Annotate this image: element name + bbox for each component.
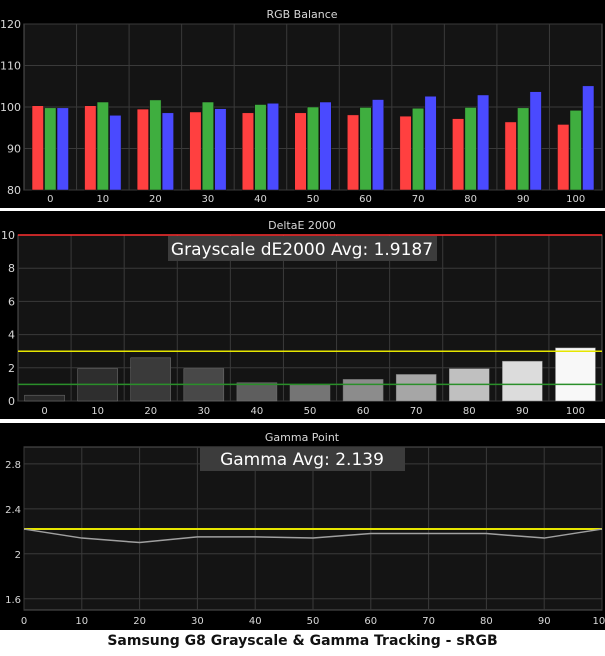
rgb-bar-blue (109, 115, 122, 191)
de-x-tick-label: 70 (410, 406, 423, 417)
rgb-x-tick-label: 70 (412, 194, 425, 205)
gamma-y-tick-label: 2.4 (5, 505, 21, 516)
rgb-bar-red (136, 108, 149, 191)
rgb-bar-red (241, 112, 254, 191)
rgb-bar-green (307, 106, 319, 191)
rgb-bar-green (464, 107, 477, 191)
rgb-y-tick-label: 100 (0, 101, 21, 114)
rgb-bar-green (96, 101, 109, 191)
rgb-bar-green (201, 101, 214, 191)
rgb-y-tick-label: 90 (7, 143, 21, 156)
rgb-bar-green (44, 107, 57, 191)
rgb-bar-green (149, 99, 162, 191)
gamma-x-tick-label: 10 (75, 616, 88, 627)
de-bar (236, 382, 278, 402)
rgb-bar-blue (477, 94, 490, 191)
gamma-x-tick-label: 30 (191, 616, 204, 627)
gamma-x-tick-label: 40 (249, 616, 262, 627)
rgb-y-tick-label: 80 (7, 184, 21, 197)
de-x-tick-label: 30 (197, 406, 210, 417)
rgb-x-tick-label: 10 (96, 194, 109, 205)
rgb-bar-blue (582, 85, 595, 191)
rgb-bar-blue (529, 91, 542, 191)
de-x-tick-label: 20 (144, 406, 157, 417)
de-bar (130, 357, 171, 402)
rgb-bar-blue (214, 108, 227, 191)
rgb-x-tick-label: 50 (307, 194, 320, 205)
rgb-bar-red (504, 121, 517, 191)
gamma-x-tick-label: 100 (592, 616, 605, 627)
rgb-bar-red (84, 105, 97, 191)
gamma-x-tick-label: 70 (422, 616, 435, 627)
de-bar (502, 360, 543, 402)
de-bar (342, 379, 384, 402)
rgb-x-tick-label: 0 (47, 194, 53, 205)
rgb-bar-red (31, 105, 44, 191)
grayscale-report: RGB Balance DeltaE 2000 Gamma Point 80 90 100… (0, 0, 605, 652)
de-bar (555, 347, 596, 402)
de-banner-text: Grayscale dE2000 Avg: 1.9187 (171, 240, 433, 260)
rgb-y-tick-label: 110 (0, 60, 21, 73)
chart-title-3: Gamma Point (265, 431, 340, 444)
rgb-bar-red (189, 111, 202, 191)
de-y-tick-label: 8 (8, 262, 15, 275)
report-caption: Samsung G8 Grayscale & Gamma Tracking - … (107, 633, 498, 649)
gamma-x-tick-label: 0 (21, 616, 27, 627)
de-x-tick-label: 0 (41, 406, 47, 417)
de-x-tick-label: 10 (91, 406, 104, 417)
de-y-tick-label: 6 (8, 295, 15, 308)
rgb-x-tick-label: 80 (464, 194, 477, 205)
gamma-x-tick-label: 60 (364, 616, 377, 627)
rgb-bar-blue (424, 95, 437, 191)
de-bar (24, 394, 65, 402)
rgb-bar-green (254, 104, 267, 191)
chart-title-2: DeltaE 2000 (268, 219, 336, 232)
rgb-bar-red (452, 118, 465, 191)
charts-canvas: RGB BalanceDeltaE 2000Gamma Point8090100… (0, 0, 605, 630)
rgb-x-tick-label: 90 (517, 194, 530, 205)
gamma-y-tick-label: 2.8 (5, 460, 21, 471)
rgb-bar-blue (319, 101, 332, 191)
de-bar (395, 374, 437, 402)
rgb-bar-red (399, 115, 412, 191)
gamma-x-tick-label: 80 (480, 616, 493, 627)
de-y-tick-label: 2 (8, 362, 15, 375)
rgb-x-tick-label: 30 (202, 194, 215, 205)
de-x-tick-label: 100 (566, 406, 585, 417)
rgb-bar-blue (56, 107, 69, 191)
rgb-bar-blue (161, 112, 174, 191)
de-y-tick-label: 0 (8, 395, 15, 408)
rgb-bar-blue (372, 99, 385, 191)
rgb-y-tick-label: 120 (0, 18, 21, 31)
de-x-tick-label: 80 (463, 406, 476, 417)
gamma-x-tick-label: 20 (133, 616, 146, 627)
de-bar (289, 384, 331, 402)
gamma-x-tick-label: 90 (538, 616, 551, 627)
chart-title-1: RGB Balance (266, 8, 337, 21)
gamma-banner-text: Gamma Avg: 2.139 (220, 450, 384, 470)
rgb-bar-green (517, 107, 530, 191)
rgb-bar-green (359, 107, 372, 191)
de-y-tick-label: 4 (8, 329, 15, 342)
de-y-tick-label: 10 (1, 229, 15, 242)
rgb-bar-red (347, 114, 360, 191)
rgb-bar-red (294, 112, 307, 191)
de-x-tick-label: 40 (251, 406, 264, 417)
de-x-tick-label: 50 (304, 406, 317, 417)
de-x-tick-label: 60 (357, 406, 370, 417)
rgb-bar-blue (266, 103, 279, 191)
rgb-x-tick-label: 40 (254, 194, 267, 205)
gamma-y-tick-label: 2 (15, 550, 21, 561)
rgb-x-tick-label: 60 (359, 194, 372, 205)
de-x-tick-label: 90 (516, 406, 529, 417)
rgb-bar-red (557, 124, 570, 191)
rgb-x-tick-label: 100 (566, 194, 585, 205)
gamma-y-tick-label: 1.6 (5, 595, 21, 606)
rgb-bar-green (569, 110, 582, 191)
rgb-x-tick-label: 20 (149, 194, 162, 205)
rgb-bar-green (412, 107, 425, 191)
gamma-x-tick-label: 50 (307, 616, 320, 627)
